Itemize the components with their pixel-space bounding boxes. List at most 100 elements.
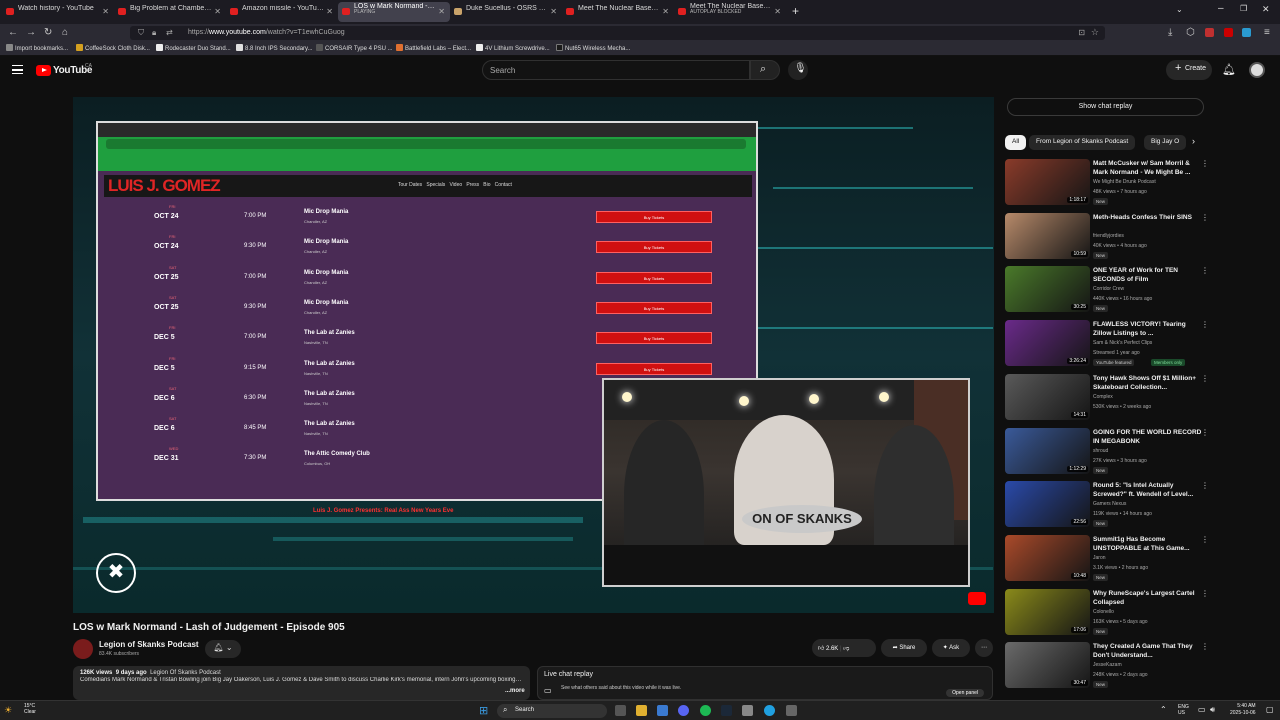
bookmark-item[interactable]: 8.8 Inch IPS Secondary...	[236, 44, 313, 52]
clock[interactable]: 5:40 AM 2025-10-06	[1230, 703, 1256, 717]
app-icon[interactable]	[742, 705, 753, 716]
subscribed-bell-button[interactable]: 🔔︎ ⌄	[205, 640, 241, 658]
more-options-icon[interactable]: ⋮	[1201, 481, 1209, 490]
bookmark-item[interactable]: CoffeeSock Cloth Disk...	[76, 44, 150, 52]
close-tab-icon[interactable]: ✕	[214, 7, 221, 16]
close-tab-icon[interactable]: ✕	[438, 7, 445, 16]
video-channel[interactable]: Colonello	[1093, 609, 1114, 615]
channel-name[interactable]: Legion of Skanks Podcast	[99, 640, 199, 649]
browser-tab[interactable]: Watch history - YouTube ✕	[2, 2, 114, 22]
search-button[interactable]: ⌕	[750, 60, 780, 80]
menu-icon[interactable]: ≡	[1264, 27, 1270, 38]
show-more-link[interactable]: ...more	[505, 688, 525, 694]
video-title[interactable]: ONE YEAR of Work for TEN SECONDS of Film	[1093, 266, 1203, 284]
video-thumbnail[interactable]: 17:06	[1005, 588, 1090, 635]
notifications-bell-icon[interactable]: 🔔︎	[1222, 63, 1236, 76]
more-options-icon[interactable]: ⋮	[1201, 213, 1209, 222]
more-options-icon[interactable]: ⋮	[1201, 535, 1209, 544]
close-tab-icon[interactable]: ✕	[550, 7, 557, 16]
bookmark-item[interactable]: CORSAIR Type 4 PSU ...	[316, 44, 393, 52]
spotify-icon[interactable]	[700, 705, 711, 716]
extensions-icon[interactable]: ⬡	[1186, 27, 1195, 38]
browser-tab[interactable]: Big Problem at Chambers - YouTube✕	[114, 2, 226, 22]
bookmark-star-icon[interactable]: ☆	[1091, 27, 1099, 38]
weather-widget[interactable]: 15°C Clear	[24, 703, 36, 715]
bookmark-item[interactable]: Rodecaster Duo Stand...	[156, 44, 231, 52]
close-window-icon[interactable]: ✕	[1262, 4, 1270, 15]
youtube-watermark-icon[interactable]	[968, 592, 986, 605]
steam-icon[interactable]	[721, 705, 732, 716]
tab-list-icon[interactable]: ⌄	[1176, 5, 1183, 14]
recommended-video[interactable]: 30:25 ONE YEAR of Work for TEN SECONDS of…	[1005, 266, 1215, 318]
volume-icon[interactable]: 🔊︎	[1210, 705, 1215, 715]
video-title[interactable]: Round 5: "Is Intel Actually Screwed?" ft…	[1093, 481, 1203, 499]
channel-watermark-icon[interactable]: ✖	[96, 553, 136, 593]
discord-icon[interactable]	[678, 705, 689, 716]
video-title[interactable]: Meth-Heads Confess Their SINS	[1093, 213, 1203, 222]
browser-icon[interactable]	[764, 705, 775, 716]
browser-tab[interactable]: Amazon missile - YouTube ✕	[226, 2, 338, 22]
video-title[interactable]: Summit1g Has Become UNSTOPPABLE at This …	[1093, 535, 1203, 553]
browser-tab-active[interactable]: LOS w Mark Normand - Lash of JudgementPL…	[338, 2, 450, 22]
video-thumbnail[interactable]: 10:48	[1005, 534, 1090, 581]
recommended-video[interactable]: 3:26:24 FLAWLESS VICTORY! Tearing Zillow …	[1005, 320, 1215, 372]
recommended-video[interactable]: 1:18:17 Matt McCusker w/ Sam Morril & Mar…	[1005, 159, 1215, 211]
network-icon[interactable]: ▭	[1198, 705, 1206, 714]
more-options-icon[interactable]: ⋮	[1201, 320, 1209, 329]
bookmark-item[interactable]: Import bookmarks...	[6, 44, 68, 52]
more-options-icon[interactable]: ⋮	[1201, 642, 1209, 651]
close-tab-icon[interactable]: ✕	[102, 7, 109, 16]
video-thumbnail[interactable]: 30:47	[1005, 642, 1090, 689]
more-options-icon[interactable]: ⋮	[1201, 266, 1209, 275]
more-actions-button[interactable]: ⋯	[975, 639, 993, 657]
app-icon[interactable]	[786, 705, 797, 716]
recommended-video[interactable]: 10:59 Meth-Heads Confess Their SINS friend…	[1005, 212, 1215, 265]
video-channel[interactable]: Jaron	[1093, 555, 1106, 561]
chip-from-channel[interactable]: From Legion of Skanks Podcast	[1029, 135, 1136, 150]
recommended-video[interactable]: 22:56 Round 5: "Is Intel Actually Screwed…	[1005, 481, 1215, 533]
downloads-icon[interactable]: ⤓	[1168, 27, 1172, 38]
video-thumbnail[interactable]: 1:18:17	[1005, 159, 1090, 205]
browser-tab[interactable]: Meet The Nuclear Base Employ✕	[562, 2, 674, 22]
lock-icon[interactable]: 🔒︎	[152, 28, 156, 38]
recommended-video[interactable]: 30:47 They Created A Game That They Don't…	[1005, 642, 1215, 694]
open-panel-button[interactable]: Open panel	[946, 689, 984, 697]
video-channel[interactable]: shroud	[1093, 448, 1108, 454]
video-player[interactable]: LUIS J. GOMEZ Tour Dates Specials Video …	[73, 97, 994, 613]
maximize-icon[interactable]: ❐	[1240, 4, 1247, 13]
chip-big-jay[interactable]: Big Jay O	[1144, 135, 1186, 150]
permissions-icon[interactable]: ⇄	[166, 28, 173, 37]
video-thumbnail[interactable]: 10:59	[1005, 212, 1090, 259]
shield-icon[interactable]: ⛉	[138, 28, 144, 38]
description-box[interactable]: 126K views 9 days ago Legion Of Skanks P…	[73, 666, 530, 700]
video-title[interactable]: Why RuneScape's Largest Cartel Collapsed	[1093, 589, 1203, 607]
video-title[interactable]: Tony Hawk Shows Off $1 Million+ Skateboa…	[1093, 374, 1203, 392]
video-thumbnail[interactable]: 22:56	[1005, 481, 1090, 528]
tray-overflow-icon[interactable]: ⌃	[1160, 705, 1167, 714]
close-tab-icon[interactable]: ✕	[326, 7, 333, 16]
create-button[interactable]: Create	[1166, 60, 1212, 80]
app-icon[interactable]	[657, 705, 668, 716]
reload-icon[interactable]: ↻	[44, 27, 52, 38]
video-thumbnail[interactable]: 14:31	[1005, 373, 1090, 420]
search-input[interactable]: Search	[482, 60, 750, 80]
more-options-icon[interactable]: ⋮	[1201, 428, 1209, 437]
language-indicator[interactable]: ENG US	[1178, 704, 1189, 716]
recommended-video[interactable]: 10:48 Summit1g Has Become UNSTOPPABLE at …	[1005, 534, 1215, 587]
close-tab-icon[interactable]: ✕	[662, 7, 669, 16]
video-title[interactable]: FLAWLESS VICTORY! Tearing Zillow Listing…	[1093, 320, 1203, 338]
guide-menu-icon[interactable]	[12, 65, 23, 74]
show-chat-replay-button[interactable]: Show chat replay	[1007, 98, 1204, 116]
translate-icon[interactable]: ⊡	[1078, 28, 1085, 37]
youtube-extension-icon[interactable]	[1224, 28, 1233, 37]
like-dislike-button[interactable]: 👍︎ 2.6K | 👎︎	[812, 639, 876, 657]
thumbs-down-icon[interactable]: 👎︎	[843, 646, 849, 652]
ask-button[interactable]: ✦ Ask	[932, 639, 970, 657]
voice-search-button[interactable]: 🎙︎	[788, 60, 808, 80]
recommended-video[interactable]: 14:31 Tony Hawk Shows Off $1 Million+ Ska…	[1005, 373, 1215, 426]
channel-avatar[interactable]	[73, 639, 93, 659]
video-channel[interactable]: Sam & Nick's Perfect Clips	[1093, 340, 1152, 346]
notification-center-icon[interactable]: ▢	[1266, 705, 1274, 714]
video-channel[interactable]: JesseKazam	[1093, 662, 1122, 668]
share-button[interactable]: ➦ Share	[881, 639, 927, 657]
